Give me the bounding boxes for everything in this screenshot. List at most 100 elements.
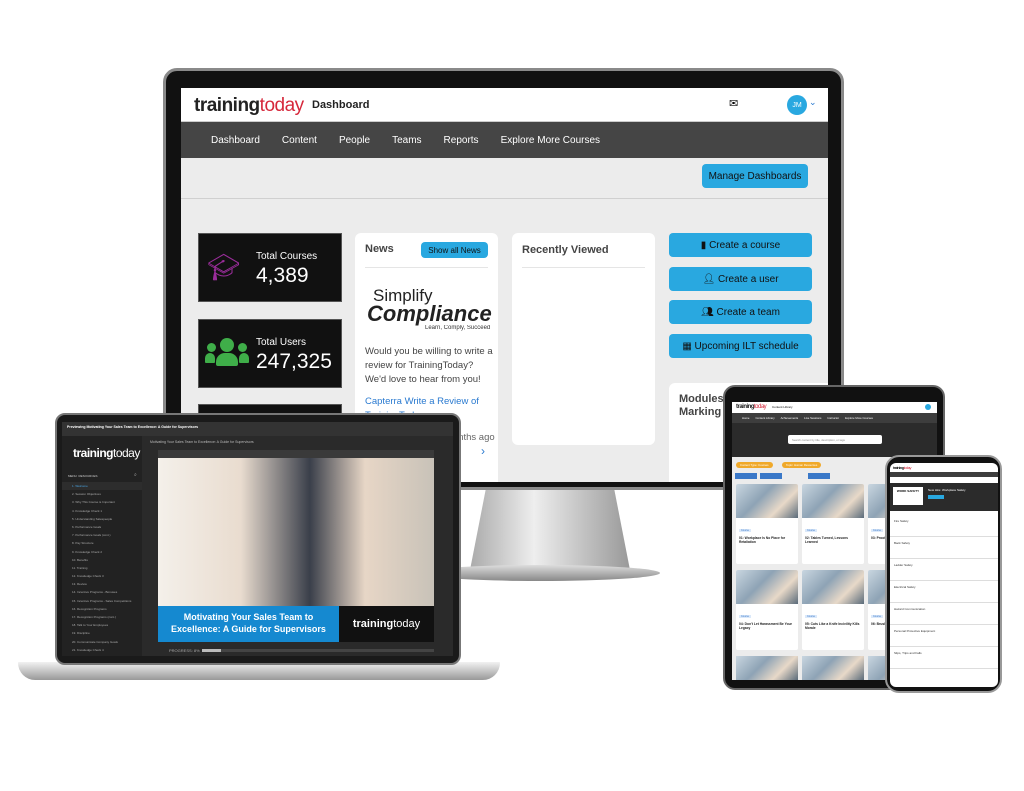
menu-item[interactable]: 5. Understanding Salespeople: [62, 515, 142, 523]
menu-item[interactable]: 14. Incentive Programs - Bonuses: [62, 588, 142, 596]
filter-chip[interactable]: Topic: Human Resources: [782, 462, 822, 468]
nav-item[interactable]: Home: [742, 416, 749, 420]
menu-item[interactable]: 15. Incentive Programs - Sales Competiti…: [62, 597, 142, 605]
nav-people[interactable]: People: [339, 135, 370, 146]
users-icon: [205, 338, 249, 368]
avatar[interactable]: JM: [787, 95, 807, 115]
avatar[interactable]: [925, 404, 931, 410]
menu-tabs: MENU RESOURCES: [68, 474, 98, 478]
logo: trainingtoday: [893, 465, 911, 470]
course-tag: Course: [871, 529, 884, 532]
module-item[interactable]: Ladder Safety: [890, 559, 998, 581]
page-title: Content Library: [772, 405, 793, 409]
main-nav: Dashboard Content People Teams Reports E…: [181, 122, 828, 158]
menu-item[interactable]: 3. Why This Course is Important: [62, 498, 142, 506]
main-nav: [890, 472, 998, 477]
menu-item[interactable]: 11. Training: [62, 564, 142, 572]
nav-content[interactable]: Content: [282, 135, 317, 146]
divider: [181, 198, 828, 199]
create-course-button[interactable]: ▮ Create a course: [669, 233, 812, 257]
menu-item[interactable]: 13. Review: [62, 580, 142, 588]
module-list: Fire Safety Back Safety Ladder Safety Elect…: [890, 515, 998, 669]
button-label: Upcoming ILT schedule: [694, 340, 799, 352]
menu-item[interactable]: 9. Knowledge Check 2: [62, 548, 142, 556]
logo-text: today: [903, 465, 912, 470]
menu-item[interactable]: 7. Performance Goals (cont.): [62, 531, 142, 539]
mail-icon[interactable]: ✉: [729, 97, 738, 110]
menu-item[interactable]: 2. Session Objectives: [62, 490, 142, 498]
tab-menu[interactable]: MENU: [68, 474, 77, 478]
user-icon: 👤︎: [702, 273, 718, 285]
menu-item[interactable]: 18. Talk to Your Employees: [62, 621, 142, 629]
tab-resources[interactable]: RESOURCES: [79, 474, 98, 478]
nav-item[interactable]: Explore More Courses: [845, 416, 873, 420]
menu-item[interactable]: 20. Communicate Company Goals: [62, 638, 142, 646]
course-card[interactable]: Course 05: Cuts Like a Knife Incivility K…: [802, 570, 864, 650]
nav-explore[interactable]: Explore More Courses: [501, 135, 600, 146]
divider: [365, 267, 488, 268]
start-button[interactable]: [928, 495, 944, 499]
manage-dashboards-button[interactable]: Manage Dashboards: [702, 164, 808, 188]
course-card[interactable]: Course 04: Don't Let Harassment Be Your L…: [736, 570, 798, 650]
module-item[interactable]: Fire Safety: [890, 515, 998, 537]
module-item[interactable]: Back Safety: [890, 537, 998, 559]
stat-total-courses: 🎓︎ Total Courses 4,389: [198, 233, 342, 302]
stat-label: Total Courses: [256, 251, 318, 262]
menu-item[interactable]: 10. Benefits: [62, 556, 142, 564]
nav-reports[interactable]: Reports: [444, 135, 479, 146]
book-icon: ▮: [700, 239, 710, 251]
toolbar-button[interactable]: [808, 473, 830, 479]
module-item[interactable]: Slips, Trips and Falls: [890, 647, 998, 669]
menu-item[interactable]: 4. Knowledge Check 1: [62, 507, 142, 515]
stat-label: Total Users: [256, 337, 307, 348]
progress-fill: [202, 649, 221, 652]
menu-item[interactable]: 8. Pay Structure: [62, 539, 142, 547]
course-image: [736, 656, 798, 680]
course-card[interactable]: Course 02: Tables Turned, Lessons Learned: [802, 484, 864, 564]
nav-item[interactable]: Achievements: [781, 416, 799, 420]
filter-chip[interactable]: Content Type: Courses: [736, 462, 773, 468]
progress-bar: [202, 649, 434, 652]
chevron-down-icon[interactable]: ⌄: [809, 97, 817, 108]
menu-item[interactable]: 17. Recognition Programs (cont.): [62, 613, 142, 621]
upcoming-ilt-button[interactable]: ▦ Upcoming ILT schedule: [669, 334, 812, 358]
users-icon: 👥︎: [701, 306, 717, 318]
menu-item[interactable]: 12. Knowledge Check 3: [62, 572, 142, 580]
menu-item[interactable]: 1. Welcome: [62, 482, 142, 491]
button-label: Create a team: [716, 306, 780, 318]
logo[interactable]: trainingtoday: [194, 95, 304, 117]
module-item[interactable]: Personal Protective Equipment: [890, 625, 998, 647]
menu-item[interactable]: 21. Knowledge Check 4: [62, 646, 142, 654]
recently-viewed-card: Recently Viewed: [512, 233, 655, 445]
nav-item[interactable]: Live Sessions: [804, 416, 821, 420]
course-card[interactable]: Course 01: Workplace Is No Place for Reta…: [736, 484, 798, 564]
module-item[interactable]: Electrical Safety: [890, 581, 998, 603]
create-team-button[interactable]: 👥︎ Create a team: [669, 300, 812, 324]
course-title: New Hire: Workplace Safety: [928, 488, 966, 492]
nav-dashboard[interactable]: Dashboard: [211, 135, 260, 146]
create-user-button[interactable]: 👤︎ Create a user: [669, 267, 812, 291]
menu-item[interactable]: 19. Discipline: [62, 629, 142, 637]
menu-item[interactable]: 16. Recognition Programs: [62, 605, 142, 613]
toolbar-button[interactable]: [735, 473, 757, 479]
nav-teams[interactable]: Teams: [392, 135, 421, 146]
module-item[interactable]: Hazard Communication: [890, 603, 998, 625]
chevron-right-icon[interactable]: ›: [481, 444, 485, 458]
course-title: 04: Don't Let Harassment Be Your Legacy: [739, 622, 792, 630]
toolbar-button[interactable]: [760, 473, 782, 479]
course-banner: WORK SAFETY New Hire: Workplace Safety: [890, 483, 998, 511]
nav-item[interactable]: Content Library: [755, 416, 774, 420]
player-title: Motivating Your Sales Team to Excellence…: [150, 440, 254, 444]
window-title: Previewing Motivating Your Sales Team to…: [62, 422, 453, 436]
search-icon[interactable]: ⌕: [134, 472, 137, 478]
logo-text: training: [893, 465, 904, 470]
nav-item[interactable]: Instructor: [827, 416, 839, 420]
logo-text: today: [259, 95, 304, 116]
course-tag: Course: [739, 529, 752, 532]
logo-text: training: [73, 446, 114, 460]
course-menu: 1. Welcome 2. Session Objectives 3. Why Th…: [62, 482, 142, 654]
search-input[interactable]: Search content by title, description, or…: [788, 435, 882, 444]
course-image: [802, 484, 864, 518]
show-all-news-button[interactable]: Show all News: [421, 242, 488, 258]
menu-item[interactable]: 6. Performance Goals: [62, 523, 142, 531]
